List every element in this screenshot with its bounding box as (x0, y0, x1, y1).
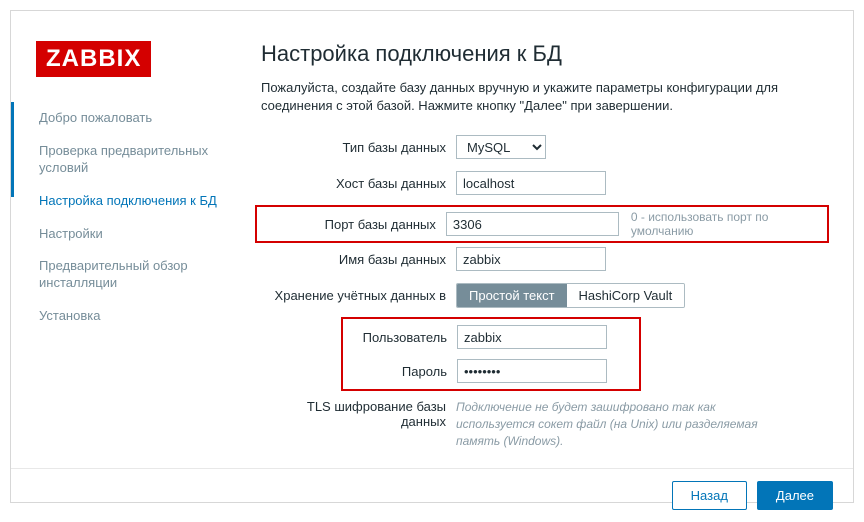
credentials-toggle: Простой текст HashiCorp Vault (456, 283, 685, 308)
label-db-port: Порт базы данных (263, 217, 446, 232)
label-db-host: Хост базы данных (261, 176, 456, 191)
wizard-footer: Назад Далее (11, 468, 853, 522)
label-tls: TLS шифрование базы данных (261, 399, 456, 429)
progress-bar (11, 102, 14, 197)
steps-nav: Добро пожаловать Проверка предварительны… (36, 102, 231, 333)
user-input[interactable] (457, 325, 607, 349)
step-preinstall: Предварительный обзор инсталляции (39, 250, 231, 300)
row-user: Пользователь (349, 323, 633, 351)
toggle-vault[interactable]: HashiCorp Vault (567, 284, 685, 307)
step-settings: Настройки (39, 218, 231, 251)
logo: ZABBIX (36, 41, 151, 77)
page-title: Настройка подключения к БД (261, 41, 823, 67)
intro-text: Пожалуйста, создайте базу данных вручную… (261, 79, 823, 115)
db-name-input[interactable] (456, 247, 606, 271)
setup-wizard: ZABBIX Добро пожаловать Проверка предвар… (10, 10, 854, 503)
row-db-name: Имя базы данных (261, 245, 823, 273)
row-password: Пароль (349, 357, 633, 385)
step-db[interactable]: Настройка подключения к БД (39, 185, 231, 218)
main-panel: Настройка подключения к БД Пожалуйста, с… (251, 11, 853, 468)
label-db-type: Тип базы данных (261, 140, 456, 155)
label-user: Пользователь (349, 330, 457, 345)
row-db-host: Хост базы данных (261, 169, 823, 197)
db-port-input[interactable] (446, 212, 619, 236)
password-input[interactable] (457, 359, 607, 383)
sidebar: ZABBIX Добро пожаловать Проверка предвар… (11, 11, 251, 468)
step-install: Установка (39, 300, 231, 333)
label-store-in: Хранение учётных данных в (261, 288, 456, 303)
db-type-select[interactable]: MySQL (456, 135, 546, 159)
wizard-body: ZABBIX Добро пожаловать Проверка предвар… (11, 11, 853, 468)
highlight-port: Порт базы данных 0 - использовать порт п… (255, 205, 829, 243)
tls-hint: Подключение не будет зашифровано так как… (456, 399, 786, 449)
next-button[interactable]: Далее (757, 481, 833, 510)
row-store-in: Хранение учётных данных в Простой текст … (261, 281, 823, 309)
label-password: Пароль (349, 364, 457, 379)
step-prereq[interactable]: Проверка предварительных условий (39, 135, 231, 185)
row-db-type: Тип базы данных MySQL (261, 133, 823, 161)
port-hint: 0 - использовать порт по умолчанию (631, 210, 821, 238)
db-host-input[interactable] (456, 171, 606, 195)
step-welcome[interactable]: Добро пожаловать (39, 102, 231, 135)
highlight-credentials: Пользователь Пароль (341, 317, 641, 391)
toggle-plain-text[interactable]: Простой текст (457, 284, 567, 307)
label-db-name: Имя базы данных (261, 252, 456, 267)
row-tls: TLS шифрование базы данных Подключение н… (261, 399, 823, 449)
back-button[interactable]: Назад (672, 481, 747, 510)
